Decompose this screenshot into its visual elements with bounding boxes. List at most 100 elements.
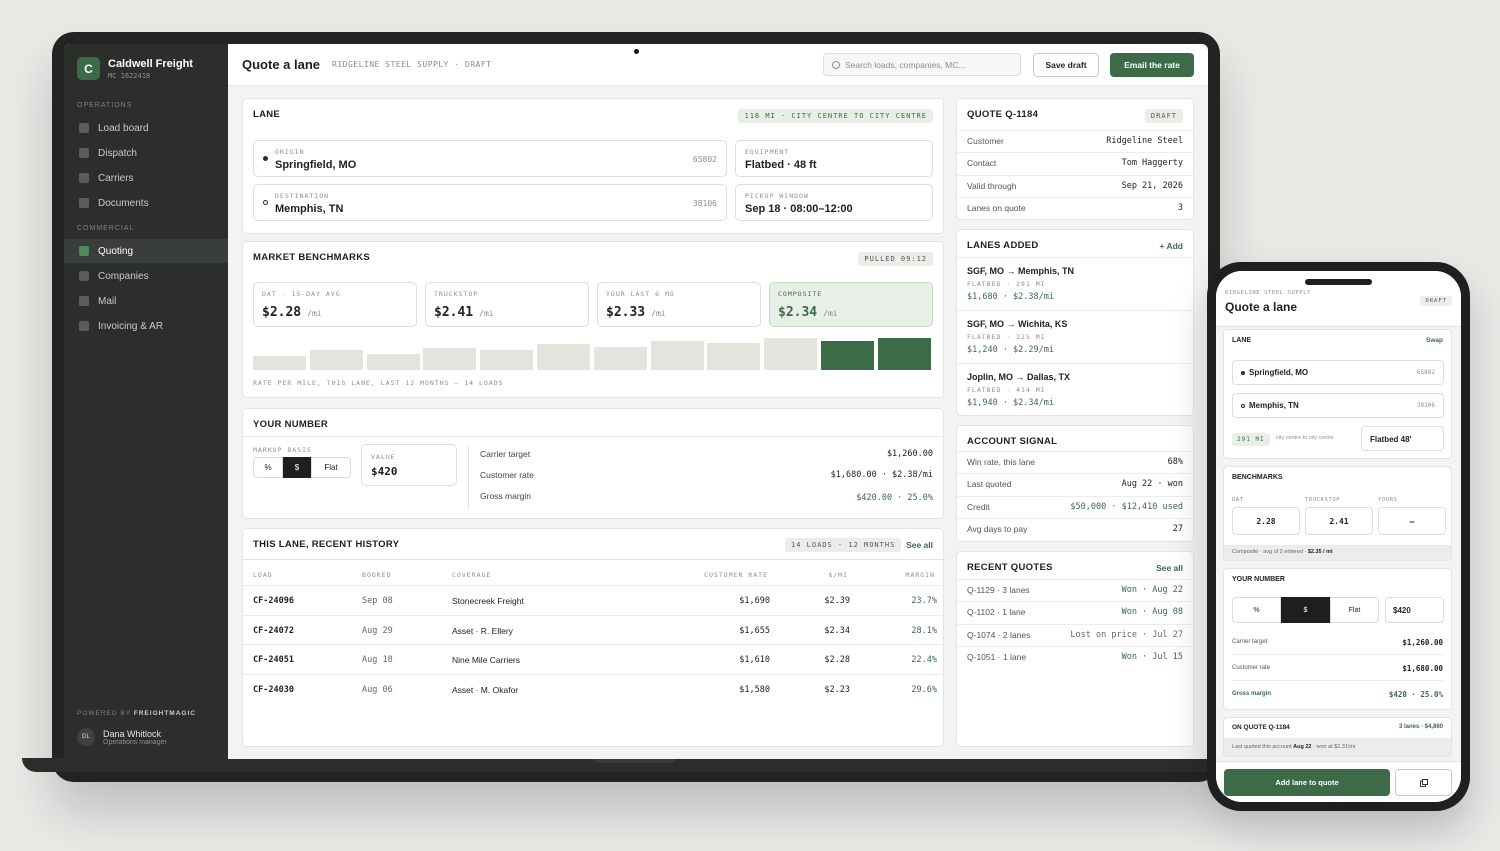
destination-value: Memphis, TN bbox=[275, 203, 344, 215]
chart-bar bbox=[764, 338, 818, 370]
load-id: CF-24072 bbox=[253, 625, 294, 636]
powered-by: POWERED BY FREIGHTMAGIC bbox=[77, 710, 196, 717]
sidebar-item-label: Dispatch bbox=[98, 147, 137, 159]
origin-field[interactable]: ORIGIN Springfield, MO 65802 bbox=[253, 140, 727, 177]
history-title: THIS LANE, RECENT HISTORY bbox=[253, 539, 400, 550]
markup-percent-option[interactable]: % bbox=[253, 457, 283, 478]
history-see-all-link[interactable]: See all bbox=[906, 540, 933, 550]
phone-bench-value: 2.41 bbox=[1329, 517, 1349, 526]
divider bbox=[957, 623, 1195, 625]
divider bbox=[957, 473, 1195, 475]
pickup-value: Sep 18 · 08:00–12:00 bbox=[745, 203, 853, 215]
sidebar-item-label: Companies bbox=[98, 270, 149, 282]
save-draft-button[interactable]: Save draft bbox=[1033, 53, 1099, 77]
phone-bench-box[interactable]: 2.28 bbox=[1232, 507, 1300, 535]
col-margin[interactable]: MARGIN bbox=[906, 571, 935, 579]
sidebar-item-documents[interactable]: Documents bbox=[64, 191, 228, 215]
phone-bench-box[interactable]: 2.41 bbox=[1305, 507, 1373, 535]
phone-benchmarks-card: BENCHMARKS DAT 2.28 TRUCKSTOP 2.41 YOURS – Co… bbox=[1223, 466, 1452, 561]
phone-dollar-option[interactable]: $ bbox=[1281, 597, 1330, 623]
sidebar-item-quoting[interactable]: Quoting bbox=[64, 239, 228, 263]
origin-zip: 65802 bbox=[692, 155, 717, 164]
quote-card: QUOTE Q-1184 DRAFT Customer Ridgeline Ste… bbox=[956, 98, 1195, 220]
powered-brand: FREIGHTMAGIC bbox=[133, 710, 196, 717]
sidebar-item-label: Invoicing & AR bbox=[98, 320, 164, 332]
equipment-field[interactable]: EQUIPMENT Flatbed · 48 ft bbox=[735, 140, 933, 177]
value-amount: $420 bbox=[371, 465, 398, 478]
markup-value-input[interactable]: VALUE $420 bbox=[361, 444, 457, 486]
account-signal-title: ACCOUNT SIGNAL bbox=[967, 436, 1058, 447]
table-row[interactable]: CF-24030 Aug 06 Asset · M. Okafor $1,580 $2.… bbox=[243, 673, 945, 703]
nav-square-icon bbox=[79, 148, 89, 158]
benchmarks-title: MARKET BENCHMARKS bbox=[253, 252, 370, 263]
destination-field[interactable]: DESTINATION Memphis, TN 38106 bbox=[253, 184, 727, 221]
phone-origin-field[interactable]: Springfield, MO 65802 bbox=[1232, 360, 1444, 385]
history-pill: 14 LOADS · 12 MONTHS bbox=[785, 538, 902, 552]
chart-bar bbox=[877, 338, 931, 370]
add-lane-to-quote-button[interactable]: Add lane to quote bbox=[1224, 769, 1390, 796]
phone-value-input[interactable]: $420 bbox=[1385, 597, 1444, 623]
col-per-mile[interactable]: $/MI bbox=[828, 571, 848, 579]
lane-route: Joplin, MO → Dallas, TX bbox=[967, 372, 1071, 382]
phone-bench-label: TRUCKSTOP bbox=[1305, 497, 1341, 503]
sidebar-item-invoicing-ar[interactable]: Invoicing & AR bbox=[64, 314, 228, 338]
copy-button[interactable] bbox=[1395, 769, 1452, 796]
user-profile[interactable]: DL Dana Whitlock Operations manager bbox=[77, 728, 167, 746]
markup-flat-option[interactable]: Flat bbox=[311, 457, 351, 478]
lane-price: $1,680 · $2.38/mi bbox=[967, 292, 1054, 302]
sidebar-item-mail[interactable]: Mail bbox=[64, 289, 228, 313]
sidebar-item-dispatch[interactable]: Dispatch bbox=[64, 141, 228, 165]
lane-list-item[interactable]: SGF, MO → Wichita, KS FLATBED · 225 MI $1,… bbox=[957, 310, 1195, 363]
per-mile: $2.28 bbox=[824, 655, 850, 665]
lane-route: SGF, MO → Memphis, TN bbox=[967, 266, 1075, 276]
sidebar-item-label: Mail bbox=[98, 295, 117, 307]
phone-row-value: $1,680.00 bbox=[1402, 664, 1443, 673]
divider bbox=[957, 174, 1195, 176]
phone-destination-field[interactable]: Memphis, TN 38106 bbox=[1232, 393, 1444, 418]
swap-link[interactable]: Swap bbox=[1426, 337, 1443, 344]
col-load[interactable]: LOAD bbox=[253, 571, 273, 579]
phone-draft-badge: DRAFT bbox=[1420, 296, 1452, 306]
phone-bench-box[interactable]: – bbox=[1378, 507, 1446, 535]
benchmark-label: DAT · 15-DAY AVG bbox=[262, 290, 341, 298]
lane-list-item[interactable]: Joplin, MO → Dallas, TX FLATBED · 414 MI $… bbox=[957, 363, 1195, 416]
sidebar-item-companies[interactable]: Companies bbox=[64, 264, 228, 288]
chart-bar bbox=[366, 354, 420, 370]
origin-label: ORIGIN bbox=[275, 148, 305, 156]
phone-equipment-field[interactable]: Flatbed 48' bbox=[1361, 426, 1444, 451]
booked-date: Sep 08 bbox=[362, 596, 393, 606]
phone-percent-option[interactable]: % bbox=[1232, 597, 1281, 623]
search-input[interactable]: Search loads, companies, MC... bbox=[823, 53, 1021, 76]
recent-see-all-link[interactable]: See all bbox=[1156, 563, 1183, 573]
divider bbox=[957, 495, 1195, 497]
benchmark-amount: $2.28 bbox=[262, 305, 302, 320]
phone-value-amount: $420 bbox=[1393, 606, 1411, 615]
col-booked[interactable]: BOOKED bbox=[362, 571, 391, 579]
phone-origin-zip: 65802 bbox=[1416, 369, 1435, 376]
signal-label: Avg days to pay bbox=[967, 523, 1028, 534]
col-coverage[interactable]: COVERAGE bbox=[452, 571, 491, 579]
sidebar-item-load-board[interactable]: Load board bbox=[64, 116, 228, 140]
sidebar-item-carriers[interactable]: Carriers bbox=[64, 166, 228, 190]
divider bbox=[957, 645, 1195, 647]
phone-your-number-card: YOUR NUMBER % $ Flat $420 Carrier target… bbox=[1223, 568, 1452, 710]
pickup-field[interactable]: PICKUP WINDOW Sep 18 · 08:00–12:00 bbox=[735, 184, 933, 221]
brand[interactable]: C Caldwell Freight MC 1622418 bbox=[77, 57, 193, 80]
table-row[interactable]: CF-24072 Aug 29 Asset · R. Ellery $1,655 $2.… bbox=[243, 614, 945, 644]
lane-list-item[interactable]: SGF, MO → Memphis, TN FLATBED · 291 MI $1,… bbox=[957, 257, 1195, 310]
user-name: Dana Whitlock bbox=[103, 728, 162, 739]
add-lane-link[interactable]: + Add bbox=[1159, 241, 1183, 251]
phone-flat-option[interactable]: Flat bbox=[1330, 597, 1379, 623]
col-customer-rate[interactable]: CUSTOMER RATE bbox=[704, 571, 768, 579]
email-rate-button[interactable]: Email the rate bbox=[1110, 53, 1194, 77]
table-row[interactable]: CF-24051 Aug 18 Nine Mile Carriers $1,610 $2… bbox=[243, 644, 945, 673]
phone-bench-value: 2.28 bbox=[1256, 517, 1276, 526]
coverage: Asset · M. Okafor bbox=[452, 684, 519, 695]
lane-meta: FLATBED · 291 MI bbox=[967, 280, 1046, 288]
phone-row-value: $420 · 25.0% bbox=[1388, 690, 1443, 699]
carrier-target-value: $1,260.00 bbox=[886, 449, 933, 459]
recent-quote-label: Q-1051 · 1 lane bbox=[967, 651, 1027, 662]
table-row[interactable]: CF-24096 Sep 08 Stonecreek Freight $1,690 $2… bbox=[243, 585, 945, 614]
markup-dollar-option[interactable]: $ bbox=[283, 457, 311, 478]
lane-meta: FLATBED · 225 MI bbox=[967, 333, 1046, 341]
